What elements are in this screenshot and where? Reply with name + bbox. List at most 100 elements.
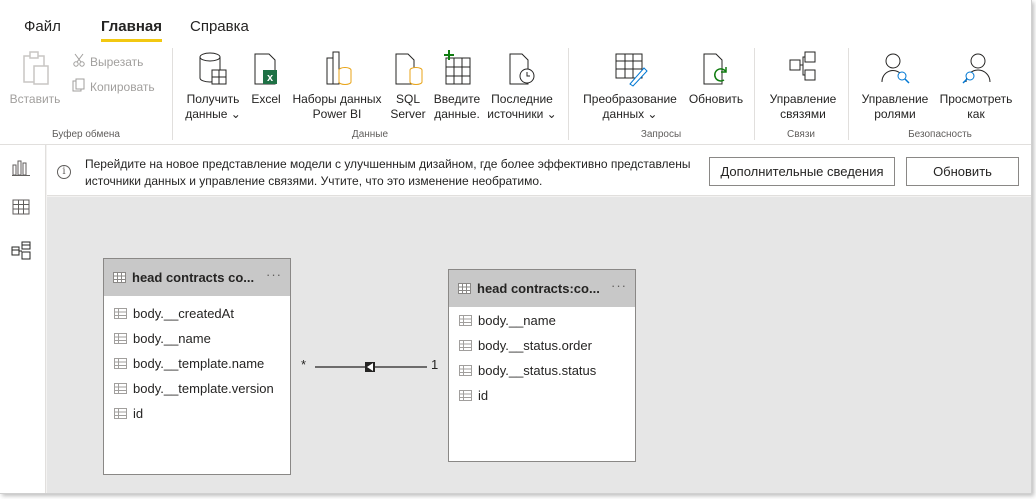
copy-button[interactable]: Копировать <box>72 78 155 95</box>
field-row[interactable]: body.__createdAt <box>104 301 290 326</box>
field-name: body.__status.status <box>478 363 597 378</box>
field-row[interactable]: body.__template.version <box>104 376 290 401</box>
table-name: head contracts co... <box>132 270 255 285</box>
paste-label: Вставить <box>9 92 61 106</box>
model-canvas[interactable]: * 1 head contracts co... ··· body.__crea… <box>47 197 1031 493</box>
field-row[interactable]: id <box>449 383 635 408</box>
more-info-button[interactable]: Дополнительные сведения <box>709 157 895 186</box>
update-button[interactable]: Обновить <box>906 157 1019 186</box>
data-group-label: Данные <box>351 129 389 140</box>
field-name: body.__name <box>133 331 211 346</box>
field-name: body.__createdAt <box>133 306 234 321</box>
model-view-icon[interactable] <box>11 241 33 263</box>
tab-file[interactable]: Файл <box>24 18 61 35</box>
field-row[interactable]: id <box>104 401 290 426</box>
group-divider <box>754 48 755 140</box>
field-name: body.__template.name <box>133 356 265 371</box>
svg-text:x: x <box>267 72 274 84</box>
column-icon <box>114 358 127 369</box>
transform-label-1: Преобразование <box>583 92 677 106</box>
field-row[interactable]: body.__name <box>104 326 290 351</box>
more-options-icon[interactable]: ··· <box>611 278 627 293</box>
manage-rel-label-2: связями <box>780 107 826 121</box>
manage-relationships-icon <box>760 50 846 92</box>
excel-label: Excel <box>251 92 281 106</box>
column-icon <box>114 333 127 344</box>
ribbon: Вставить Вырезать Копировать Буфер обмен… <box>0 44 1031 145</box>
tab-help[interactable]: Справка <box>190 18 249 35</box>
copy-icon <box>72 78 86 95</box>
view-as-label-1: Просмотреть <box>939 92 1013 106</box>
recent-sources-button[interactable]: Последние источники ⌄ <box>486 50 558 122</box>
manage-rel-label-1: Управление <box>769 92 837 106</box>
view-as-label-2: как <box>967 107 985 121</box>
paste-button[interactable]: Вставить <box>6 50 64 107</box>
enter-data-button[interactable]: Введите данные. <box>428 50 486 122</box>
manage-roles-icon <box>856 50 934 92</box>
enter-data-icon <box>428 50 486 92</box>
relationships-group-label: Связи <box>786 129 815 140</box>
field-name: body.__name <box>478 313 556 328</box>
manage-roles-label-2: ролями <box>874 107 916 121</box>
field-name: id <box>478 388 489 403</box>
enter-data-label-2: данные. <box>434 107 480 121</box>
report-view-icon[interactable] <box>11 157 33 179</box>
view-switcher-rail <box>0 145 46 493</box>
cut-label: Вырезать <box>90 54 144 69</box>
table-name: head contracts:co... <box>477 281 600 296</box>
data-view-icon[interactable] <box>11 197 33 219</box>
datasets-icon <box>288 50 386 92</box>
column-icon <box>459 365 472 376</box>
table-icon <box>458 283 471 294</box>
field-row[interactable]: body.__status.status <box>449 358 635 383</box>
excel-button[interactable]: x Excel <box>248 50 284 107</box>
refresh-icon <box>684 50 748 92</box>
transform-data-button[interactable]: Преобразование данных ⌄ <box>578 50 682 122</box>
group-divider <box>172 48 173 140</box>
sql-server-button[interactable]: SQL Server <box>388 50 428 122</box>
tab-home[interactable]: Главная <box>101 18 163 42</box>
datasets-label-2: Power BI <box>312 107 362 121</box>
powerbi-datasets-button[interactable]: Наборы данных Power BI <box>288 50 386 122</box>
paste-icon <box>6 50 64 92</box>
field-name: id <box>133 406 144 421</box>
field-row[interactable]: body.__name <box>449 308 635 333</box>
clipboard-group-label: Буфер обмена <box>52 129 120 140</box>
transform-data-icon <box>578 50 682 92</box>
sql-server-icon <box>388 50 428 92</box>
table-card-head-contracts-2[interactable]: head contracts:co... ··· body.__name bod… <box>448 269 636 462</box>
ribbon-tabs: Файл Главная Справка <box>0 0 1031 44</box>
table-header[interactable]: head contracts co... ··· <box>104 259 290 296</box>
field-row[interactable]: body.__status.order <box>449 333 635 358</box>
enter-data-label-1: Введите <box>433 92 481 106</box>
recent-label-2: источники ⌄ <box>487 107 557 121</box>
column-icon <box>459 390 472 401</box>
table-card-head-contracts-1[interactable]: head contracts co... ··· body.__createdA… <box>103 258 291 475</box>
field-row[interactable]: body.__template.name <box>104 351 290 376</box>
more-options-icon[interactable]: ··· <box>266 267 282 282</box>
excel-icon: x <box>248 50 284 92</box>
table-header[interactable]: head contracts:co... ··· <box>449 270 635 307</box>
sql-label-2: Server <box>390 107 426 121</box>
manage-relationships-button[interactable]: Управление связями <box>760 50 846 122</box>
datasets-label-1: Наборы данных <box>292 92 382 106</box>
power-bi-window: Файл Главная Справка Вставить Вырезать К… <box>0 0 1032 494</box>
group-divider <box>848 48 849 140</box>
queries-group-label: Запросы <box>640 129 682 140</box>
manage-roles-button[interactable]: Управление ролями <box>856 50 934 122</box>
column-icon <box>459 315 472 326</box>
column-icon <box>459 340 472 351</box>
field-name: body.__status.order <box>478 338 592 353</box>
refresh-button[interactable]: Обновить <box>684 50 748 107</box>
view-as-button[interactable]: Просмотреть как <box>934 50 1018 122</box>
recent-sources-icon <box>486 50 558 92</box>
one-cardinality-label: 1 <box>431 357 439 372</box>
group-divider <box>568 48 569 140</box>
recent-label-1: Последние <box>491 92 553 106</box>
get-data-button[interactable]: Получить данные ⌄ <box>181 50 245 122</box>
refresh-label: Обновить <box>688 92 744 106</box>
column-icon <box>114 408 127 419</box>
scissors-icon <box>72 53 86 70</box>
manage-roles-label-1: Управление <box>861 92 929 106</box>
cut-button[interactable]: Вырезать <box>72 53 143 70</box>
